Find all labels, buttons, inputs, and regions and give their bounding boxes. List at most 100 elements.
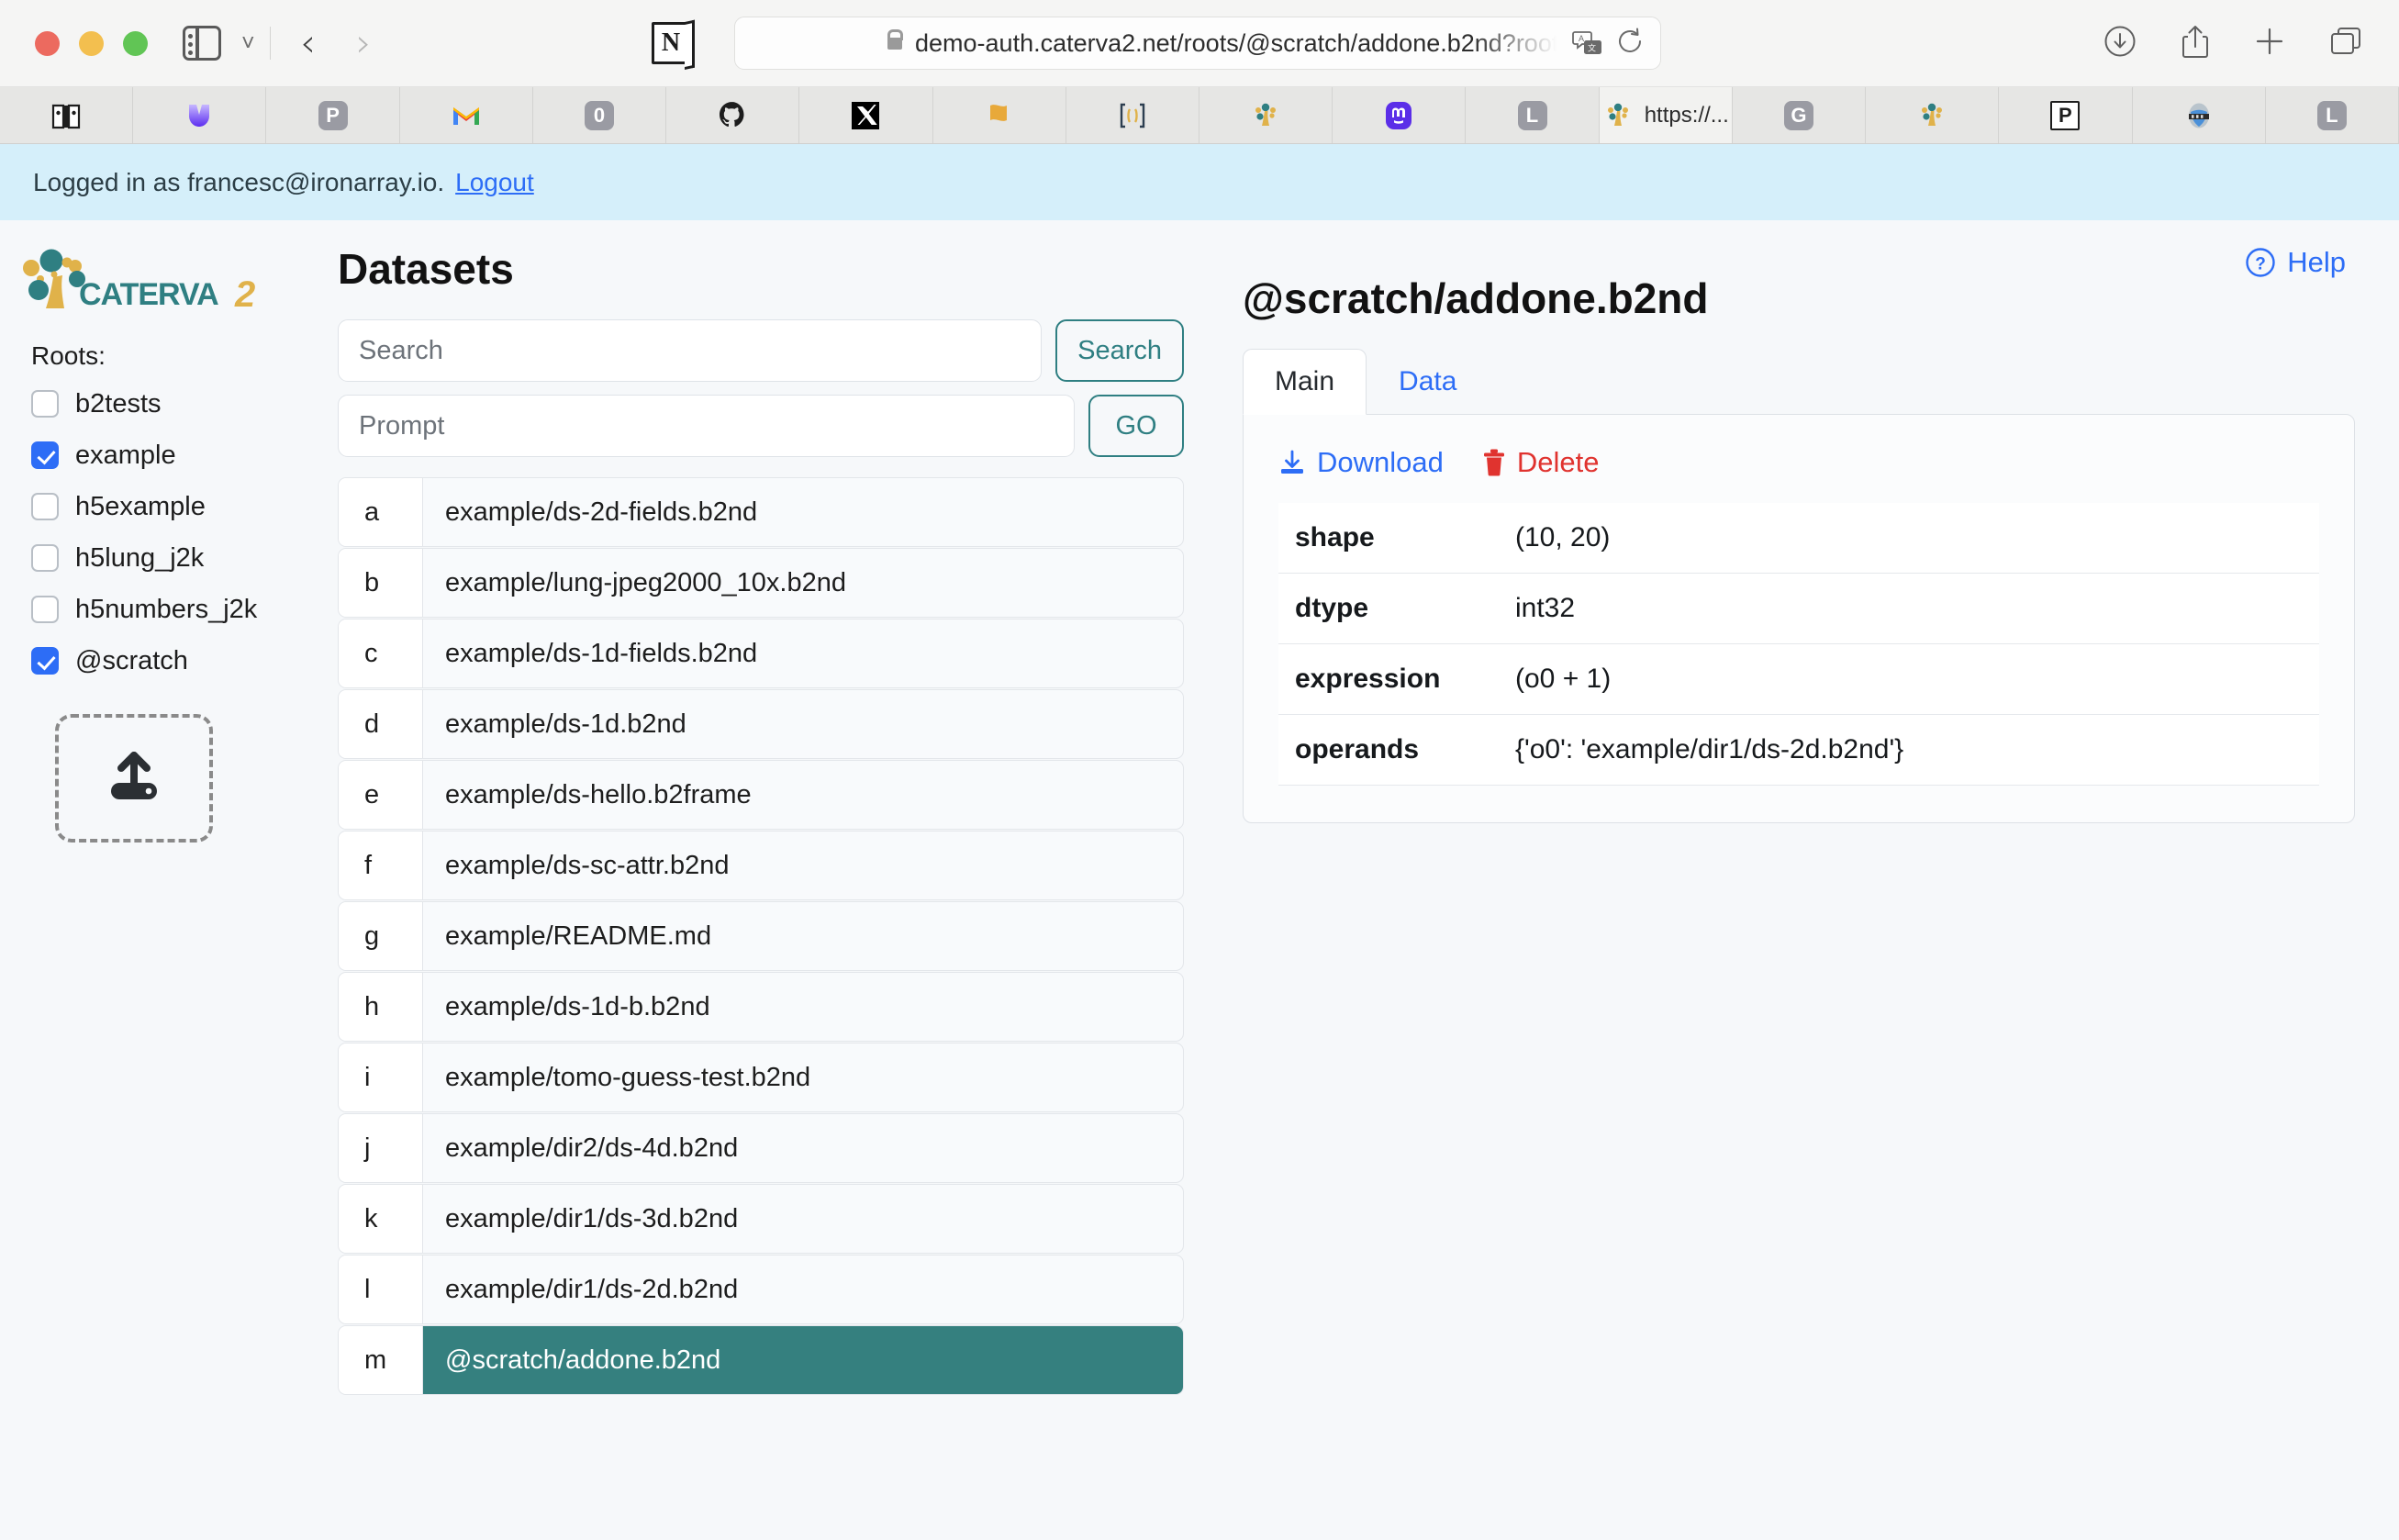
tab-overview-button[interactable] xyxy=(2329,26,2362,61)
notion-icon[interactable]: N xyxy=(652,22,690,64)
tab-main[interactable]: Main xyxy=(1243,349,1367,415)
root-item-example[interactable]: example xyxy=(31,431,330,479)
browser-tab[interactable] xyxy=(400,87,533,143)
help-label: Help xyxy=(2287,246,2346,278)
root-checkbox[interactable] xyxy=(31,493,59,520)
dataset-row[interactable]: d example/ds-1d.b2nd xyxy=(338,689,1184,759)
dataset-row-key: d xyxy=(339,690,423,758)
search-input[interactable] xyxy=(338,319,1043,382)
browser-tab[interactable]: G xyxy=(1733,87,1867,143)
root-checkbox[interactable] xyxy=(31,647,59,675)
dataset-row[interactable]: h example/ds-1d-b.b2nd xyxy=(338,972,1184,1042)
dataset-row[interactable]: a example/ds-2d-fields.b2nd xyxy=(338,477,1184,547)
dataset-actions: Download Delete xyxy=(1278,446,2319,479)
dataset-row[interactable]: m @scratch/addone.b2nd xyxy=(338,1325,1184,1395)
download-button[interactable]: Download xyxy=(1278,446,1444,479)
dataset-row[interactable]: f example/ds-sc-attr.b2nd xyxy=(338,831,1184,900)
brackets-icon xyxy=(1120,103,1145,128)
browser-tab[interactable] xyxy=(666,87,800,143)
dataset-row[interactable]: c example/ds-1d-fields.b2nd xyxy=(338,619,1184,688)
sidebar-toggle-icon[interactable] xyxy=(183,26,221,61)
dataset-row[interactable]: i example/tomo-guess-test.b2nd xyxy=(338,1043,1184,1112)
root-item-h5lungj2k[interactable]: h5lung_j2k xyxy=(31,534,330,582)
browser-tab[interactable] xyxy=(0,87,134,143)
downloads-button[interactable] xyxy=(2103,25,2137,62)
dataset-row[interactable]: g example/README.md xyxy=(338,901,1184,971)
dataset-row-key: g xyxy=(339,902,423,970)
upload-dropzone[interactable] xyxy=(55,714,213,843)
browser-tab[interactable] xyxy=(133,87,267,143)
maximize-window-button[interactable] xyxy=(123,30,148,56)
l-square-icon: L xyxy=(2316,100,2347,130)
back-button[interactable]: ‹ xyxy=(280,24,336,62)
dataset-row[interactable]: k example/dir1/ds-3d.b2nd xyxy=(338,1184,1184,1254)
browser-tab[interactable]: https://... xyxy=(1599,87,1733,143)
browser-tab[interactable]: L xyxy=(2266,87,2399,143)
prompt-row: GO xyxy=(338,395,1184,457)
browser-tab[interactable] xyxy=(1066,87,1200,143)
browser-tab[interactable]: P xyxy=(266,87,400,143)
browser-tab[interactable] xyxy=(799,87,933,143)
browser-tab[interactable] xyxy=(2133,87,2266,143)
root-label: b2tests xyxy=(75,388,162,418)
minimize-window-button[interactable] xyxy=(79,30,104,56)
root-item-scratch[interactable]: @scratch xyxy=(31,637,330,685)
metadata-table: shape (10, 20) dtype int32 expression (o0 + 1… xyxy=(1278,502,2319,786)
root-item-h5example[interactable]: h5example xyxy=(31,483,330,530)
browser-tab[interactable]: 0 xyxy=(533,87,667,143)
download-label: Download xyxy=(1317,445,1444,478)
address-bar[interactable]: demo-auth.caterva2.net/roots/@scratch/ad… xyxy=(734,17,1661,70)
root-item-h5numbersj2k[interactable]: h5numbers_j2k xyxy=(31,586,330,633)
root-item-b2tests[interactable]: b2tests xyxy=(31,380,330,428)
search-button[interactable]: Search xyxy=(1055,319,1184,382)
chevron-down-icon[interactable]: ˅ xyxy=(241,31,255,55)
l-square-icon: L xyxy=(1517,100,1547,130)
book-open-icon xyxy=(52,104,81,128)
go-button[interactable]: GO xyxy=(1088,395,1184,457)
dataset-row-key: l xyxy=(339,1255,423,1323)
dataset-row-key: i xyxy=(339,1043,423,1111)
reload-icon[interactable] xyxy=(1618,28,1644,60)
close-window-button[interactable] xyxy=(35,30,60,56)
dataset-row[interactable]: b example/lung-jpeg2000_10x.b2nd xyxy=(338,548,1184,618)
prompt-input[interactable] xyxy=(338,395,1075,457)
dataset-row-name: example/ds-2d-fields.b2nd xyxy=(445,497,758,527)
dataset-row[interactable]: e example/ds-hello.b2frame xyxy=(338,760,1184,830)
login-status-text: Logged in as francesc@ironarray.io. xyxy=(33,167,445,196)
p-outline-icon: P xyxy=(2050,100,2081,130)
dataset-row-key: m xyxy=(339,1326,423,1394)
translate-icon[interactable]: A 文 xyxy=(1572,30,1603,56)
root-checkbox[interactable] xyxy=(31,390,59,418)
root-checkbox[interactable] xyxy=(31,596,59,623)
x-twitter-icon xyxy=(852,101,880,129)
browser-tab[interactable] xyxy=(1200,87,1333,143)
browser-tab[interactable] xyxy=(1333,87,1467,143)
detail-tabs: Main Data xyxy=(1243,349,2355,415)
share-button[interactable] xyxy=(2181,24,2210,63)
browser-tab[interactable] xyxy=(1866,87,2000,143)
svg-text:2: 2 xyxy=(234,274,255,315)
forward-button[interactable]: › xyxy=(336,24,392,62)
logout-link[interactable]: Logout xyxy=(455,168,534,197)
dataset-row[interactable]: j example/dir2/ds-4d.b2nd xyxy=(338,1113,1184,1183)
root-checkbox[interactable] xyxy=(31,441,59,469)
dataset-row-name: example/ds-hello.b2frame xyxy=(445,779,752,809)
dataset-row-name: example/dir1/ds-2d.b2nd xyxy=(445,1274,739,1304)
download-icon xyxy=(1281,450,1303,474)
roots-heading: Roots: xyxy=(31,341,106,370)
dataset-row[interactable]: l example/dir1/ds-2d.b2nd xyxy=(338,1255,1184,1324)
delete-button[interactable]: Delete xyxy=(1482,446,1599,479)
metadata-key: shape xyxy=(1295,521,1375,552)
browser-tab[interactable]: P xyxy=(1999,87,2133,143)
metadata-value: (o0 + 1) xyxy=(1515,663,1612,694)
root-label: h5numbers_j2k xyxy=(75,594,258,624)
tab-data[interactable]: Data xyxy=(1367,349,1489,415)
root-checkbox[interactable] xyxy=(31,544,59,572)
browser-tab[interactable] xyxy=(933,87,1066,143)
svg-text:文: 文 xyxy=(1588,42,1596,52)
datasets-title: Datasets xyxy=(338,245,514,293)
new-tab-button[interactable] xyxy=(2254,26,2285,61)
orange-flag-icon xyxy=(989,104,1007,121)
browser-tab[interactable]: L xyxy=(1466,87,1600,143)
help-link[interactable]: ? Help xyxy=(2245,246,2346,279)
